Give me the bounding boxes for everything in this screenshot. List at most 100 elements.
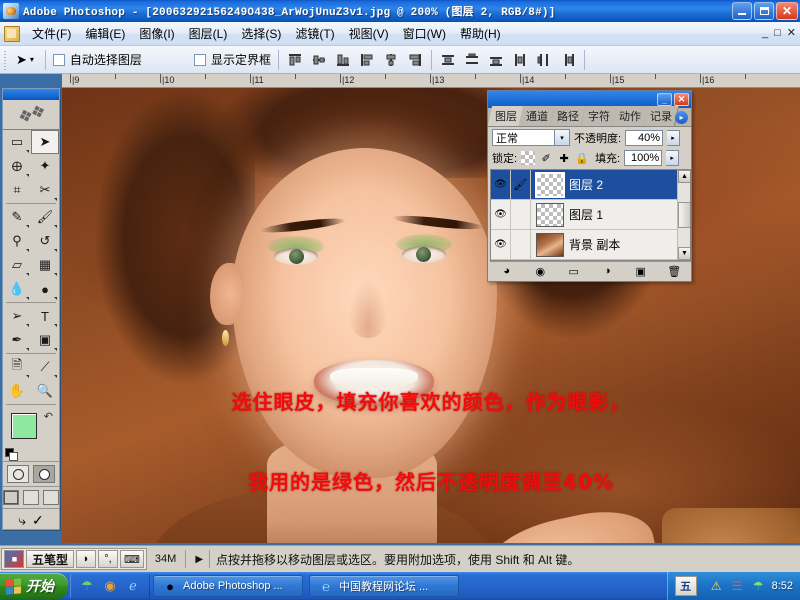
opacity-slider-button[interactable]: ▸ (667, 129, 681, 146)
lock-all-icon[interactable]: 🔒 (575, 151, 589, 165)
crop-tool[interactable]: ⌗ (3, 178, 31, 202)
layer-link-toggle[interactable]: 🖌 (511, 170, 531, 199)
menu-item-window[interactable]: 窗口(W) (396, 22, 453, 45)
table-row[interactable]: 👁 🖌 图层 2 (491, 170, 690, 200)
scroll-up-button[interactable]: ▲ (678, 170, 690, 183)
show-bounding-box-option[interactable]: 显示定界框 (193, 51, 271, 68)
align-horizontal-centers-button[interactable] (382, 51, 400, 69)
ime-logo-icon[interactable]: ■ (4, 550, 24, 568)
palette-minimize-button[interactable]: _ (657, 93, 672, 106)
lasso-tool[interactable]: 🜨 (3, 154, 31, 178)
auto-select-layer-checkbox[interactable] (52, 53, 65, 66)
ime-method-button[interactable]: 五笔型 (26, 550, 75, 568)
doc-minimize-button[interactable]: _ (762, 27, 768, 39)
internet-explorer-icon[interactable]: ℯ (125, 578, 141, 594)
ime-indicator[interactable]: 五 (674, 576, 697, 596)
menu-item-file[interactable]: 文件(F) (25, 22, 78, 45)
marquee-tool[interactable]: ▭ (3, 130, 31, 154)
layer-link-toggle[interactable] (511, 230, 531, 259)
scrollbar-thumb[interactable] (678, 202, 690, 228)
tab-history[interactable]: 记录 (642, 106, 680, 126)
hand-tool[interactable]: ✋ (3, 379, 31, 403)
standard-screen-mode-button[interactable] (3, 490, 19, 505)
layer-list-scrollbar[interactable]: ▲ ▼ (677, 170, 690, 260)
layer-visibility-toggle[interactable]: 👁 (491, 200, 511, 229)
eyedropper-tool[interactable]: ⟋ (31, 355, 59, 379)
default-colors-icon[interactable] (5, 448, 18, 461)
magic-wand-tool[interactable]: ✦ (31, 154, 59, 178)
distribute-left-edges-button[interactable] (511, 51, 529, 69)
clone-stamp-tool[interactable]: ⚲ (3, 229, 31, 253)
blur-tool[interactable]: 💧 (3, 277, 31, 301)
new-layer-button[interactable]: ▣ (633, 264, 649, 279)
start-button[interactable]: 开始 (0, 573, 68, 599)
umbrella-icon[interactable]: ☂ (751, 579, 766, 594)
ime-punctuation-button[interactable]: °, (98, 550, 119, 568)
align-top-edges-button[interactable] (286, 51, 304, 69)
menu-item-select[interactable]: 选择(S) (234, 22, 288, 45)
show-bounding-box-checkbox[interactable] (193, 53, 206, 66)
network-icon[interactable]: ☰ (730, 579, 745, 594)
slice-tool[interactable]: ✂ (31, 178, 59, 202)
foreground-color-swatch[interactable] (11, 413, 37, 439)
fill-slider-button[interactable]: ▸ (666, 150, 680, 166)
notes-tool[interactable]: 🗎 (3, 355, 31, 379)
move-tool[interactable]: ➤ (31, 130, 59, 154)
opacity-input[interactable]: 40% (625, 129, 664, 146)
distribute-horizontal-centers-button[interactable] (535, 51, 553, 69)
lock-image-pixels-icon[interactable]: ✐ (539, 151, 553, 165)
new-group-button[interactable]: ▭ (566, 264, 582, 279)
align-vertical-centers-button[interactable] (310, 51, 328, 69)
table-row[interactable]: 👁 图层 1 (491, 200, 690, 230)
align-right-edges-button[interactable] (406, 51, 424, 69)
fill-input[interactable]: 100% (624, 150, 663, 166)
menu-item-image[interactable]: 图像(I) (132, 22, 181, 45)
history-brush-tool[interactable]: ↺ (31, 229, 59, 253)
layer-style-button[interactable]: ◕ (499, 264, 515, 279)
current-tool-preset[interactable]: ➤ ▾ (12, 52, 38, 68)
horizontal-ruler[interactable]: |9 |10 |11 |12 |13 |14 |15 |16 (62, 74, 800, 88)
pen-tool[interactable]: ✒ (3, 328, 31, 352)
dodge-tool[interactable]: ● (31, 277, 59, 301)
swap-colors-icon[interactable]: ↶ (44, 410, 53, 423)
close-button[interactable]: ✕ (776, 2, 798, 20)
toolbox-title-bar[interactable] (3, 89, 59, 100)
layer-thumbnail[interactable] (535, 171, 565, 198)
distribute-top-edges-button[interactable] (439, 51, 457, 69)
status-menu-arrow-icon[interactable]: ▶ (195, 554, 203, 565)
doc-close-button[interactable]: ✕ (787, 26, 796, 39)
menu-item-filter[interactable]: 滤镜(T) (288, 22, 341, 45)
jump-to-imageready-icon[interactable]: ⤷ (18, 512, 26, 529)
ime-halfwidth-button[interactable]: ◗ (76, 550, 97, 568)
eraser-tool[interactable]: ▱ (3, 253, 31, 277)
chevron-down-icon[interactable]: ▾ (554, 130, 569, 145)
distribute-right-edges-button[interactable] (559, 51, 577, 69)
layer-thumbnail[interactable] (536, 232, 564, 257)
full-screen-with-menubar-button[interactable] (23, 490, 39, 505)
quick-mask-mode-button[interactable] (33, 465, 55, 483)
palette-menu-button[interactable]: ▸ (675, 111, 688, 124)
doc-restore-button[interactable]: □ (774, 27, 781, 39)
taskbar-item-photoshop[interactable]: ● Adobe Photoshop ... (153, 575, 303, 597)
layer-mask-button[interactable]: ◉ (532, 264, 548, 279)
layer-visibility-toggle[interactable]: 👁 (491, 170, 511, 199)
scroll-down-button[interactable]: ▼ (678, 247, 690, 260)
distribute-vertical-centers-button[interactable] (463, 51, 481, 69)
menu-item-edit[interactable]: 编辑(E) (78, 22, 132, 45)
layer-link-toggle[interactable] (511, 200, 531, 229)
healing-brush-tool[interactable]: ✎ (3, 205, 31, 229)
options-bar-grip[interactable] (2, 48, 9, 71)
layer-thumbnail[interactable] (536, 202, 564, 227)
umbrella-icon[interactable]: ☂ (79, 578, 95, 594)
standard-mode-button[interactable] (7, 465, 29, 483)
tiger-icon[interactable]: ◉ (102, 578, 118, 594)
align-bottom-edges-button[interactable] (334, 51, 352, 69)
ime-soft-keyboard-button[interactable]: ⌨ (120, 550, 144, 568)
taskbar-item-browser[interactable]: ℮ 中国教程网论坛 ... (309, 575, 459, 597)
brush-tool[interactable]: 🖌 (31, 205, 59, 229)
jump-to-check-icon[interactable]: ✓ (32, 512, 44, 529)
type-tool[interactable]: T (31, 304, 59, 328)
palette-close-button[interactable]: ✕ (674, 93, 689, 106)
gradient-tool[interactable]: ▦ (31, 253, 59, 277)
layer-visibility-toggle[interactable]: 👁 (491, 230, 511, 259)
